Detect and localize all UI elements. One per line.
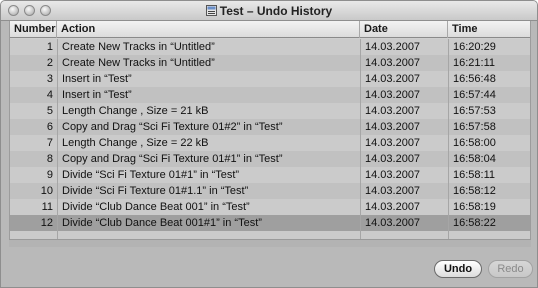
cell-action: Create New Tracks in “Untitled”: [62, 57, 215, 69]
cell-number: 10: [40, 185, 53, 197]
cell-action: Divide “Sci Fi Texture 01#1.1” in “Test”: [62, 185, 249, 197]
cell-number: 5: [46, 105, 53, 117]
cell-number: 8: [46, 153, 53, 165]
cell-time: 16:56:48: [453, 73, 496, 85]
redo-button[interactable]: Redo: [488, 260, 533, 278]
cell-action: Insert in “Test”: [62, 73, 132, 85]
cell-number: 11: [41, 201, 53, 213]
cell-date: 14.03.2007: [365, 153, 421, 165]
column-header-number[interactable]: Number: [10, 21, 57, 38]
cell-time: 16:58:19: [453, 201, 496, 213]
cell-time: 16:57:58: [453, 121, 496, 133]
table-row[interactable]: 5 Length Change , Size = 21 kB 14.03.2007 1…: [10, 103, 530, 119]
table-row[interactable]: 4 Insert in “Test” 14.03.2007 16:57:44: [10, 87, 530, 103]
cell-time: 16:20:29: [453, 41, 496, 53]
cell-time: 16:57:44: [453, 89, 496, 101]
cell-time: 16:58:04: [453, 153, 496, 165]
table-row[interactable]: 3 Insert in “Test” 14.03.2007 16:56:48: [10, 71, 530, 87]
cell-time: 16:58:00: [453, 137, 496, 149]
cell-action: Insert in “Test”: [62, 89, 132, 101]
undo-history-window: Test – Undo History Number Action Date T…: [0, 0, 538, 288]
table-row[interactable]: 11 Divide “Club Dance Beat 001” in “Test”…: [10, 199, 530, 215]
table-row[interactable]: 6 Copy and Drag “Sci Fi Texture 01#2” in …: [10, 119, 530, 135]
table-row[interactable]: 7 Length Change , Size = 22 kB 14.03.2007 1…: [10, 135, 530, 151]
column-header-time[interactable]: Time: [448, 21, 530, 38]
column-header-date[interactable]: Date: [360, 21, 448, 38]
table-row[interactable]: 12 Divide “Club Dance Beat 001#1” in “Tes…: [10, 215, 530, 231]
cell-time: 16:21:11: [453, 57, 496, 69]
document-icon: [205, 5, 217, 16]
cell-number: 4: [46, 89, 53, 101]
cell-date: 14.03.2007: [365, 89, 421, 101]
cell-number: 6: [46, 121, 53, 133]
table-row[interactable]: 8 Copy and Drag “Sci Fi Texture 01#1” in …: [10, 151, 530, 167]
cell-date: 14.03.2007: [365, 121, 421, 133]
cell-number: 1: [46, 41, 53, 53]
cell-date: 14.03.2007: [365, 185, 421, 197]
cell-time: 16:58:12: [453, 185, 496, 197]
cell-date: 14.03.2007: [365, 57, 421, 69]
undo-button[interactable]: Undo: [434, 260, 482, 278]
cell-action: Length Change , Size = 21 kB: [62, 105, 209, 117]
window-title: Test – Undo History: [219, 4, 333, 18]
cell-date: 14.03.2007: [365, 137, 421, 149]
cell-date: 14.03.2007: [365, 217, 421, 229]
cell-number: 2: [46, 57, 53, 69]
table-row[interactable]: 1 Create New Tracks in “Untitled” 14.03.20…: [10, 39, 530, 55]
cell-date: 14.03.2007: [365, 201, 421, 213]
table-row[interactable]: 9 Divide “Sci Fi Texture 01#1” in “Test” 1…: [10, 167, 530, 183]
cell-action: Length Change , Size = 22 kB: [62, 137, 209, 149]
cell-time: 16:57:53: [453, 105, 496, 117]
cell-action: Divide “Club Dance Beat 001” in “Test”: [62, 201, 250, 213]
cell-number: 7: [46, 137, 53, 149]
table-body: 1 Create New Tracks in “Untitled” 14.03.20…: [10, 39, 530, 243]
cell-date: 14.03.2007: [365, 73, 421, 85]
cell-time: 16:58:22: [453, 217, 496, 229]
cell-action: Divide “Sci Fi Texture 01#1” in “Test”: [62, 169, 240, 181]
table-row[interactable]: 2 Create New Tracks in “Untitled” 14.03.20…: [10, 55, 530, 71]
cell-number: 3: [46, 73, 53, 85]
table-row[interactable]: 10 Divide “Sci Fi Texture 01#1.1” in “Tes…: [10, 183, 530, 199]
undo-history-table[interactable]: Number Action Date Time 1 Create New Trac…: [9, 21, 531, 243]
cell-action: Create New Tracks in “Untitled”: [62, 41, 215, 53]
cell-time: 16:58:11: [453, 169, 496, 181]
window-title-wrap: Test – Undo History: [1, 3, 537, 19]
cell-date: 14.03.2007: [365, 105, 421, 117]
cell-date: 14.03.2007: [365, 41, 421, 53]
cell-action: Copy and Drag “Sci Fi Texture 01#2” in “…: [62, 121, 283, 133]
cell-number: 9: [46, 169, 53, 181]
cell-number: 12: [40, 217, 53, 229]
cell-action: Copy and Drag “Sci Fi Texture 01#1” in “…: [62, 153, 283, 165]
cell-date: 14.03.2007: [365, 169, 421, 181]
cell-action: Divide “Club Dance Beat 001#1” in “Test”: [62, 217, 262, 229]
column-header-action[interactable]: Action: [57, 21, 360, 38]
table-header: Number Action Date Time: [10, 21, 530, 38]
table-bottom-edge: [9, 239, 531, 247]
title-bar[interactable]: Test – Undo History: [1, 1, 537, 21]
